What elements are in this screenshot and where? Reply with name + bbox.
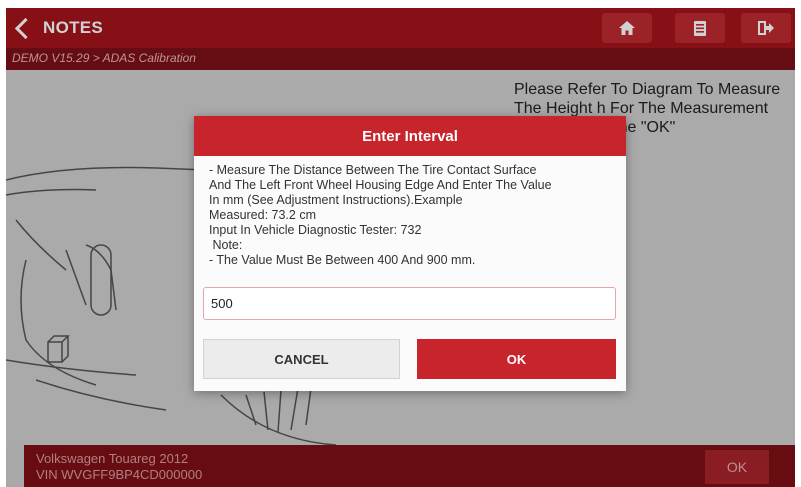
enter-interval-dialog: Enter Interval - Measure The Distance Be… [194, 116, 626, 391]
dialog-title: Enter Interval [194, 116, 626, 156]
dialog-message: - Measure The Distance Between The Tire … [209, 163, 614, 268]
cancel-button[interactable]: CANCEL [203, 339, 400, 379]
message-line: - The Value Must Be Between 400 And 900 … [209, 253, 476, 267]
message-line: - Measure The Distance Between The Tire … [209, 163, 537, 177]
message-line: Measured: 73.2 cm [209, 208, 316, 222]
message-line: In mm (See Adjustment Instructions).Exam… [209, 193, 463, 207]
message-line: Input In Vehicle Diagnostic Tester: 732 [209, 223, 422, 237]
ok-button[interactable]: OK [417, 339, 616, 379]
interval-input[interactable] [203, 287, 616, 320]
message-line: And The Left Front Wheel Housing Edge An… [209, 178, 552, 192]
message-line: Note: [209, 238, 243, 252]
app-screen: NOTES DEMO V15.29 > ADAS Calibration Ple… [6, 8, 795, 487]
